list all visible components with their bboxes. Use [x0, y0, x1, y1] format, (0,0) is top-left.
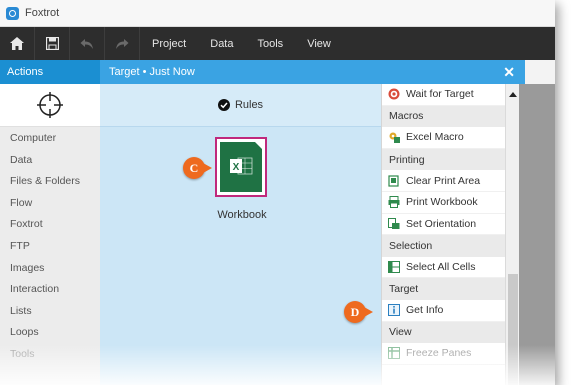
category-data[interactable]: Data — [0, 150, 100, 172]
print-area-icon — [388, 175, 399, 187]
actions-panel: Wait for Target Macros Excel Macro Print… — [381, 84, 506, 385]
excel-workbook-icon: X — [220, 142, 262, 192]
rules-label: Rules — [234, 99, 264, 111]
action-excel-macro[interactable]: Excel Macro — [382, 127, 506, 149]
callout-d: D — [344, 301, 373, 323]
menu-tools[interactable]: Tools — [246, 27, 296, 60]
title-bar: Foxtrot — [0, 0, 555, 27]
target-header: Target • Just Now ✕ — [100, 60, 525, 84]
rules-bar[interactable]: Rules — [100, 84, 381, 127]
action-freeze-panes[interactable]: Freeze Panes — [382, 343, 506, 365]
category-list: Computer Data Files & Folders Flow Foxtr… — [0, 128, 100, 366]
foxtrot-logo-icon — [6, 6, 19, 20]
macro-gear-icon — [389, 132, 400, 144]
actions-scrollbar[interactable] — [505, 84, 520, 385]
select-cells-icon — [388, 261, 400, 274]
menu-project[interactable]: Project — [140, 27, 198, 60]
save-icon — [45, 37, 59, 50]
freeze-panes-icon — [388, 347, 400, 360]
category-ftp[interactable]: FTP — [0, 236, 100, 258]
actions-sidebar: Computer Data Files & Folders Flow Foxtr… — [0, 84, 100, 385]
category-computer[interactable]: Computer — [0, 128, 100, 150]
category-foxtrot[interactable]: Foxtrot — [0, 214, 100, 236]
toolbar: Project Data Tools View — [0, 27, 555, 60]
action-label: Freeze Panes — [406, 347, 472, 360]
scrollbar-thumb[interactable] — [508, 274, 518, 385]
close-icon[interactable]: ✕ — [503, 64, 515, 81]
action-label: Excel Macro — [406, 131, 464, 144]
orientation-icon — [388, 217, 400, 229]
category-lists[interactable]: Lists — [0, 301, 100, 323]
action-print-workbook[interactable]: Print Workbook — [382, 192, 506, 214]
redo-icon — [116, 38, 129, 49]
workbook-label: Workbook — [217, 209, 267, 221]
callout-c: C — [183, 157, 212, 179]
window-title: Foxtrot — [25, 7, 60, 19]
redo-button[interactable] — [105, 27, 140, 60]
save-button[interactable] — [35, 27, 70, 60]
action-label: Clear Print Area — [406, 174, 481, 187]
category-images[interactable]: Images — [0, 258, 100, 280]
section-target: Target — [382, 278, 506, 300]
action-get-info[interactable]: Get Info — [382, 300, 506, 322]
section-selection: Selection — [382, 235, 506, 257]
workbook-target[interactable]: X — [215, 137, 267, 197]
category-files-folders[interactable]: Files & Folders — [0, 171, 100, 193]
action-set-orientation[interactable]: Set Orientation — [382, 214, 506, 236]
category-loops[interactable]: Loops — [0, 322, 100, 344]
action-label: Select All Cells — [406, 261, 476, 274]
actions-tab[interactable]: Actions — [0, 60, 100, 84]
info-icon — [388, 304, 400, 317]
app-window: Foxtrot Project Data Tools View Actions … — [0, 0, 555, 385]
category-flow[interactable]: Flow — [0, 193, 100, 215]
section-printing: Printing — [382, 148, 506, 171]
undo-button[interactable] — [70, 27, 105, 60]
category-tools[interactable]: Tools — [0, 344, 100, 366]
menu-data[interactable]: Data — [198, 27, 245, 60]
category-interaction[interactable]: Interaction — [0, 279, 100, 301]
section-macros: Macros — [382, 105, 506, 128]
excel-x-glyph: X — [233, 162, 240, 173]
check-circle-icon — [217, 99, 230, 111]
scroll-up-icon[interactable] — [509, 92, 517, 97]
action-label: Get Info — [406, 304, 444, 317]
background-strip — [519, 84, 555, 385]
undo-icon — [80, 38, 93, 49]
target-area: Rules X Workbook C — [100, 84, 381, 385]
excel-grid-icon: X — [230, 157, 253, 175]
home-button[interactable] — [0, 27, 35, 60]
crosshair-icon — [37, 92, 63, 118]
action-label: Set Orientation — [406, 217, 477, 230]
action-label: Wait for Target — [406, 88, 474, 101]
printer-icon — [388, 196, 400, 209]
action-select-all-cells[interactable]: Select All Cells — [382, 257, 506, 279]
target-picker[interactable] — [0, 84, 100, 127]
menu-view[interactable]: View — [295, 27, 343, 60]
action-wait-for-target[interactable]: Wait for Target — [382, 84, 506, 106]
section-view: View — [382, 321, 506, 344]
target-title: Target • Just Now — [109, 66, 195, 78]
action-label: Print Workbook — [406, 196, 478, 209]
home-icon — [10, 37, 24, 50]
wait-target-icon — [388, 88, 400, 100]
action-clear-print-area[interactable]: Clear Print Area — [382, 170, 506, 192]
